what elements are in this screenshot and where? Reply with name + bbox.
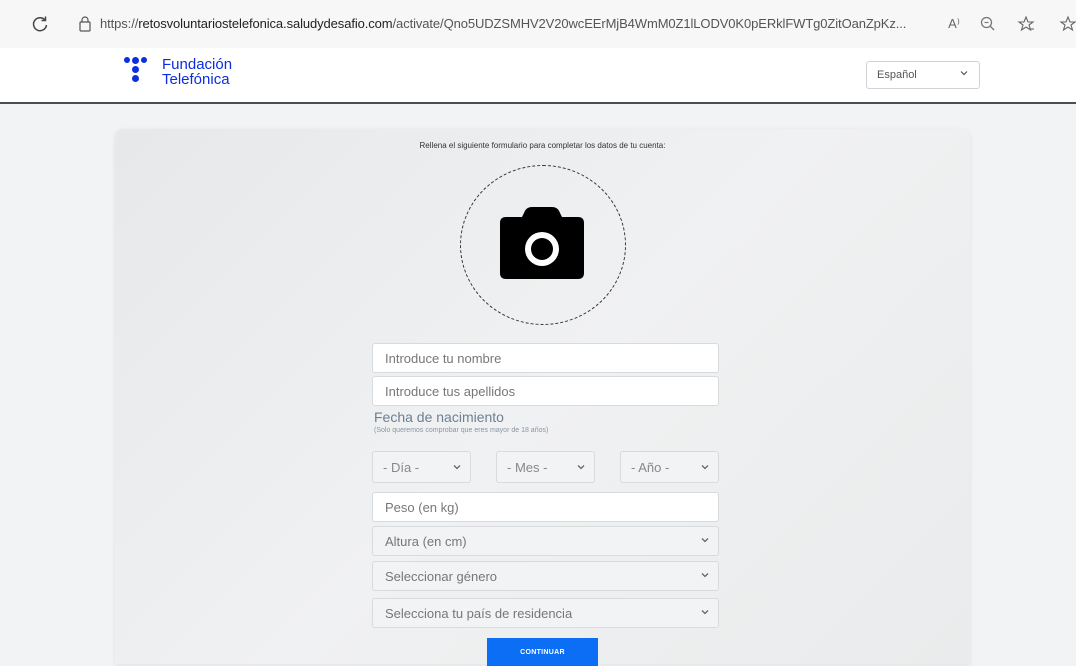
url-path: /activate/Qno5UDZSMHV2V20wcEErMjB4WmM0Z1…	[392, 16, 907, 31]
url-host: retosvoluntariostelefonica.saludydesafio…	[138, 16, 393, 31]
height-placeholder: Altura (en cm)	[385, 534, 467, 549]
day-placeholder: - Día -	[383, 460, 420, 475]
language-select[interactable]: Español	[866, 61, 980, 89]
url-prefix: https://	[100, 16, 139, 31]
weight-placeholder: Peso (en kg)	[385, 500, 459, 515]
zoom-icon[interactable]	[978, 14, 998, 34]
country-placeholder: Selecciona tu país de residencia	[385, 606, 573, 621]
chevron-down-icon	[701, 538, 709, 543]
day-select[interactable]: - Día -	[372, 451, 471, 483]
favorites-icon[interactable]	[1016, 14, 1036, 34]
browser-toolbar: https://retosvoluntariostelefonica.salud…	[0, 0, 1076, 48]
weight-input[interactable]: Peso (en kg)	[372, 492, 719, 522]
chevron-down-icon	[577, 465, 585, 470]
logo-dots-icon	[122, 57, 152, 87]
height-select[interactable]: Altura (en cm)	[372, 526, 719, 556]
reload-icon[interactable]	[30, 14, 50, 34]
gender-placeholder: Seleccionar género	[385, 569, 498, 584]
page-info-icon[interactable]	[78, 15, 92, 33]
year-placeholder: - Año -	[631, 460, 670, 475]
read-aloud-icon[interactable]: A⁾	[944, 14, 964, 34]
address-bar[interactable]: https://retosvoluntariostelefonica.salud…	[100, 16, 906, 31]
logo-line-1: Fundación	[162, 56, 233, 73]
surname-placeholder: Introduce tus apellidos	[385, 384, 516, 399]
language-selected: Español	[877, 69, 917, 81]
dob-note: (Solo queremos comprobar que eres mayor …	[374, 427, 549, 434]
registration-card: Rellena el siguiente formulario para com…	[115, 129, 970, 666]
chevron-down-icon	[701, 465, 709, 470]
logo-line-2: Telefónica	[162, 71, 230, 88]
dob-label: Fecha de nacimiento	[374, 409, 504, 425]
surname-input[interactable]: Introduce tus apellidos	[372, 376, 719, 406]
year-select[interactable]: - Año -	[620, 451, 719, 483]
continue-button[interactable]: CONTINUAR	[487, 638, 598, 666]
logo-text: Fundación Telefónica	[162, 57, 232, 87]
month-select[interactable]: - Mes -	[496, 451, 595, 483]
gender-select[interactable]: Seleccionar género	[372, 561, 719, 591]
chevron-down-icon	[453, 465, 461, 470]
chevron-down-icon	[701, 610, 709, 615]
country-select[interactable]: Selecciona tu país de residencia	[372, 598, 719, 628]
fundacion-telefonica-logo[interactable]: Fundación Telefónica	[122, 57, 232, 87]
chevron-down-icon	[960, 71, 968, 76]
site-header: Fundación Telefónica Español	[0, 48, 1076, 104]
chevron-down-icon	[701, 573, 709, 578]
form-intro: Rellena el siguiente formulario para com…	[419, 141, 666, 150]
name-input[interactable]: Introduce tu nombre	[372, 343, 719, 373]
name-placeholder: Introduce tu nombre	[385, 351, 502, 366]
month-placeholder: - Mes -	[507, 460, 548, 475]
camera-icon[interactable]	[498, 205, 586, 281]
collections-icon[interactable]	[1058, 14, 1076, 34]
